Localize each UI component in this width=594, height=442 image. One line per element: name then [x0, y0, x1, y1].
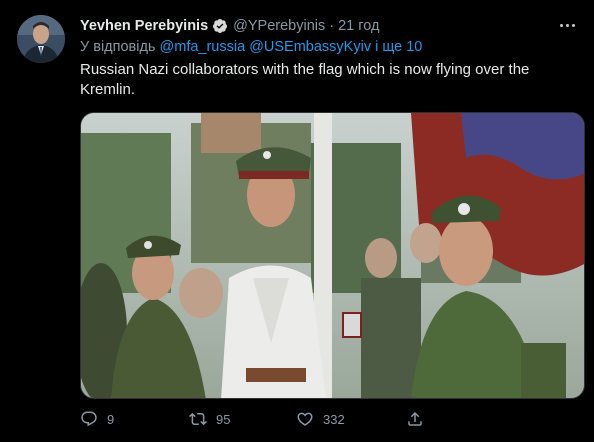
tweet-actions: 9 95 332 — [80, 408, 585, 430]
tweet-photo[interactable] — [80, 112, 585, 399]
retweet-icon — [189, 412, 207, 426]
user-name[interactable]: Yevhen Perebyinis — [80, 18, 208, 34]
mention-link[interactable]: @mfa_russia — [160, 39, 246, 55]
tweet-timestamp[interactable]: 21 год — [338, 18, 379, 34]
separator-dot: · — [329, 18, 335, 34]
like-count: 332 — [323, 411, 345, 427]
reply-context: У відповідь @mfa_russia @USEmbassyKyiv і… — [80, 39, 422, 55]
retweet-count: 95 — [216, 411, 231, 427]
mention-link[interactable]: @USEmbassyKyiv — [249, 39, 371, 55]
reply-count: 9 — [107, 411, 115, 427]
more-options-icon[interactable] — [554, 12, 580, 38]
tweet-header: Yevhen Perebyinis @YPerebyinis · 21 год — [80, 17, 379, 35]
avatar[interactable] — [17, 15, 65, 63]
share-button[interactable] — [406, 408, 424, 430]
reply-prefix: У відповідь — [80, 39, 156, 55]
tweet-card[interactable]: Yevhen Perebyinis @YPerebyinis · 21 год … — [0, 0, 594, 442]
like-button[interactable]: 332 — [296, 408, 345, 430]
reply-icon — [81, 411, 97, 427]
user-handle[interactable]: @YPerebyinis — [233, 18, 325, 34]
tweet-text: Russian Nazi collaborators with the flag… — [80, 61, 530, 98]
verified-badge-icon — [212, 18, 228, 34]
share-icon — [408, 411, 422, 426]
heart-icon — [297, 412, 313, 426]
more-mentions-link[interactable]: і ще 10 — [375, 39, 422, 55]
reply-button[interactable]: 9 — [80, 408, 114, 430]
retweet-button[interactable]: 95 — [189, 408, 230, 430]
